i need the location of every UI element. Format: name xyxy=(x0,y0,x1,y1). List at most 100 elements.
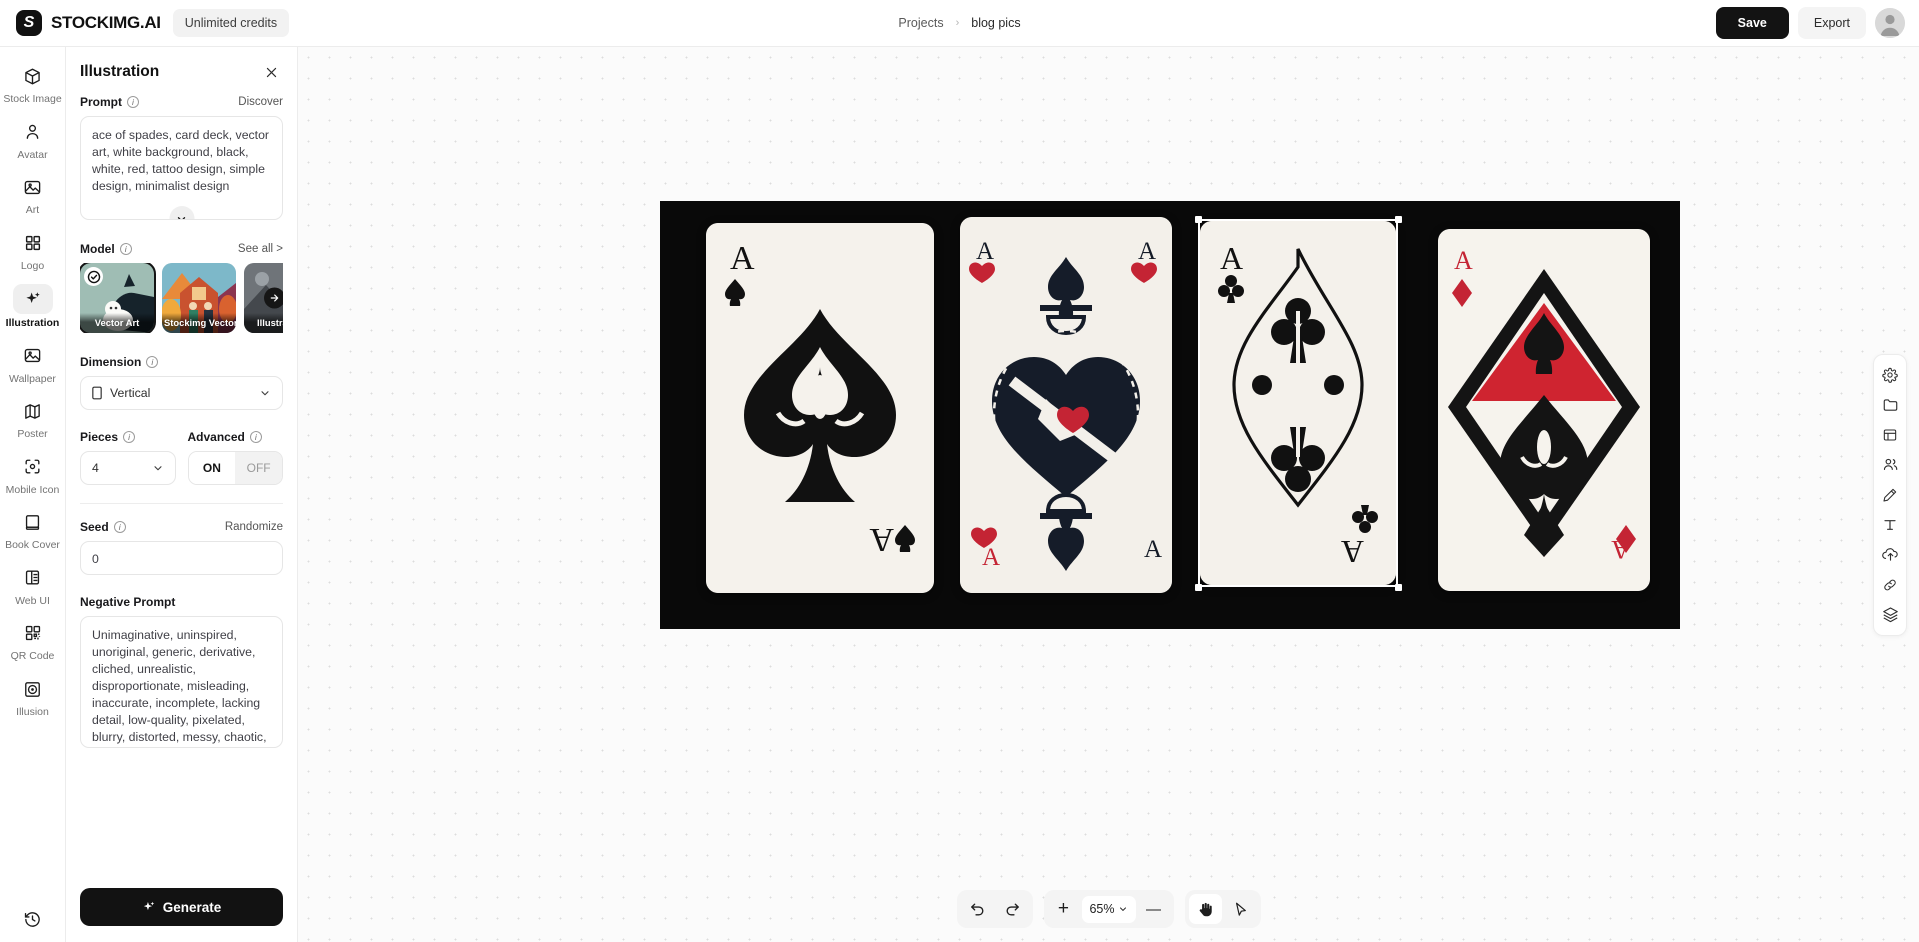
advanced-toggle[interactable]: ON OFF xyxy=(187,451,283,485)
sidebar-item-illustration[interactable]: Illustration xyxy=(2,277,64,335)
upload-icon[interactable] xyxy=(1876,540,1904,570)
selection-handle[interactable] xyxy=(1395,584,1402,591)
zoom-group: + 65% — xyxy=(1043,890,1174,928)
sidebar-item-web-ui[interactable]: Web UI xyxy=(2,557,64,613)
qr-icon xyxy=(16,619,50,647)
sidebar-label: Art xyxy=(25,204,40,217)
breadcrumb-current[interactable]: blog pics xyxy=(971,16,1020,30)
brand-logo-icon: S xyxy=(16,10,42,36)
ace-of-spades-card-1[interactable]: A A xyxy=(706,223,934,593)
ace-of-diamonds-card-4[interactable]: A A xyxy=(1438,229,1650,591)
canvas[interactable]: A A A A A A A A A A + 65% — xyxy=(298,47,1919,942)
top-bar: S STOCKIMG.AI Unlimited credits Projects… xyxy=(0,0,1919,47)
sidebar-label: Book Cover xyxy=(5,539,60,552)
pieces-label-text: Pieces xyxy=(80,430,119,444)
text-icon[interactable] xyxy=(1876,510,1904,540)
sparkle-icon xyxy=(12,284,53,315)
settings-icon[interactable] xyxy=(1876,360,1904,390)
advanced-label-text: Advanced xyxy=(187,430,245,444)
zoom-in-button[interactable]: + xyxy=(1047,894,1079,924)
svg-text:A: A xyxy=(1144,536,1162,563)
info-icon[interactable]: i xyxy=(123,431,136,443)
sidebar-label: Logo xyxy=(20,259,45,272)
link-icon[interactable] xyxy=(1876,570,1904,600)
info-icon[interactable]: i xyxy=(146,356,159,368)
chevron-down-icon[interactable] xyxy=(169,206,194,219)
breadcrumb: Projects › blog pics xyxy=(898,16,1020,30)
selection-handle[interactable] xyxy=(1395,216,1402,223)
close-icon[interactable] xyxy=(264,65,279,80)
sidebar-item-illusion[interactable]: Illusion xyxy=(2,668,64,724)
avatar[interactable] xyxy=(1875,8,1905,38)
sidebar-item-poster[interactable]: Poster xyxy=(2,390,64,446)
sidebar-item-wallpaper[interactable]: Wallpaper xyxy=(2,335,64,391)
sidebar-item-qr-code[interactable]: QR Code xyxy=(2,612,64,668)
prompt-section: Prompt i Discover ace of spades, card de… xyxy=(80,95,283,220)
people-icon[interactable] xyxy=(1876,450,1904,480)
bottom-toolbar: + 65% — xyxy=(956,890,1261,928)
info-icon[interactable]: i xyxy=(249,431,262,443)
model-card-vector-art[interactable]: Vector Art xyxy=(80,263,156,333)
dimension-section: Dimension i Vertical xyxy=(80,355,283,410)
sidebar-label: Web UI xyxy=(15,594,50,607)
save-button[interactable]: Save xyxy=(1715,7,1789,39)
history-icon xyxy=(16,905,50,933)
export-button[interactable]: Export xyxy=(1797,7,1866,39)
folder-icon[interactable] xyxy=(1876,390,1904,420)
prompt-header: Prompt i Discover xyxy=(80,95,283,109)
info-icon[interactable]: i xyxy=(127,96,139,108)
stockimg-app: S STOCKIMG.AI Unlimited credits Projects… xyxy=(0,0,1919,942)
randomize-link[interactable]: Randomize xyxy=(225,521,283,533)
panel-scroll-area[interactable]: Prompt i Discover ace of spades, card de… xyxy=(66,95,297,878)
svg-text:A: A xyxy=(982,544,1000,571)
model-label-text: Model xyxy=(80,242,115,256)
dimension-select[interactable]: Vertical xyxy=(80,376,283,410)
discover-link[interactable]: Discover xyxy=(238,96,283,108)
brand[interactable]: S STOCKIMG.AI xyxy=(0,10,161,36)
artboard[interactable]: A A A A A A A A A A xyxy=(660,201,1680,629)
ace-of-spades-card-2[interactable]: A A A A xyxy=(960,217,1172,593)
page-title: Illustration xyxy=(80,63,160,80)
zoom-level-select[interactable]: 65% xyxy=(1081,895,1136,923)
pen-icon[interactable] xyxy=(1876,480,1904,510)
sidebar-item-logo[interactable]: Logo xyxy=(2,222,64,278)
hand-tool-button[interactable] xyxy=(1188,894,1222,924)
sidebar-item-avatar[interactable]: Avatar xyxy=(2,111,64,167)
sidebar-item-art[interactable]: Art xyxy=(2,166,64,222)
generate-button[interactable]: Generate xyxy=(80,888,283,926)
sidebar-item-mobile-icon[interactable]: Mobile Icon xyxy=(2,446,64,502)
redo-button[interactable] xyxy=(995,894,1028,924)
zoom-out-button[interactable]: — xyxy=(1138,894,1170,924)
undo-button[interactable] xyxy=(960,894,993,924)
selection-handle[interactable] xyxy=(1195,584,1202,591)
model-card-stockimg-vector[interactable]: Stockimg Vector xyxy=(162,263,236,333)
breadcrumb-projects[interactable]: Projects xyxy=(898,16,943,30)
prompt-input[interactable]: ace of spades, card deck, vector art, wh… xyxy=(80,116,283,220)
advanced-toggle-off[interactable]: OFF xyxy=(235,452,282,484)
sparkle-icon xyxy=(142,900,156,914)
info-icon[interactable]: i xyxy=(119,243,132,255)
see-all-link[interactable]: See all > xyxy=(238,243,283,255)
right-toolbar xyxy=(1873,353,1907,636)
info-icon[interactable]: i xyxy=(113,521,126,533)
sidebar-label: Illusion xyxy=(16,706,49,719)
advanced-section: Advanced i ON OFF xyxy=(187,430,283,485)
negative-prompt-input[interactable]: Unimaginative, uninspired, unoriginal, g… xyxy=(80,616,283,748)
negative-prompt-value: Unimaginative, uninspired, unoriginal, g… xyxy=(92,628,267,744)
model-card-label: Stockimg Vector xyxy=(162,313,236,333)
sidebar-item-stock-image[interactable]: Stock Image xyxy=(2,55,64,111)
pieces-value: 4 xyxy=(92,461,99,475)
select-tool-button[interactable] xyxy=(1224,894,1257,924)
seed-input[interactable]: 0 xyxy=(80,541,283,575)
sidebar-item-history[interactable] xyxy=(2,898,64,942)
advanced-toggle-on[interactable]: ON xyxy=(188,452,236,484)
credits-badge[interactable]: Unlimited credits xyxy=(172,9,290,37)
pieces-advanced-row: Pieces i 4 Advanced i ON OFF xyxy=(80,430,283,485)
selection-handle[interactable] xyxy=(1195,216,1202,223)
pieces-select[interactable]: 4 xyxy=(80,451,176,485)
layers-icon[interactable] xyxy=(1876,600,1904,630)
arrow-right-icon[interactable] xyxy=(264,287,283,309)
table-icon[interactable] xyxy=(1876,420,1904,450)
sidebar-item-book-cover[interactable]: Book Cover xyxy=(2,501,64,557)
dimension-value: Vertical xyxy=(110,386,151,400)
